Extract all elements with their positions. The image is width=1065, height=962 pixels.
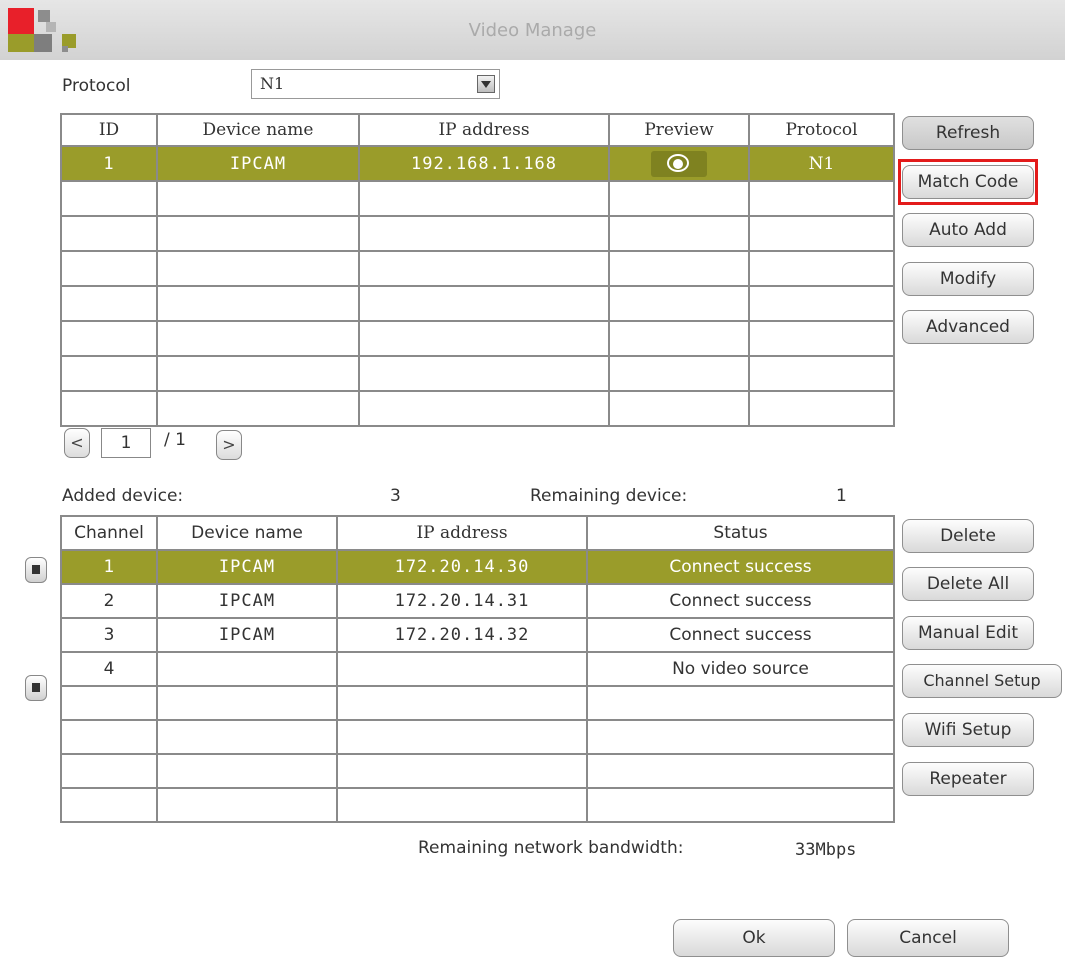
channels-header-row: Channel Device name IP address Status	[60, 515, 895, 551]
table-row[interactable]	[60, 719, 895, 755]
bandwidth-label: Remaining network bandwidth:	[418, 838, 684, 858]
header-ip-address: IP address	[336, 515, 588, 551]
channel-status: Connect success	[586, 617, 895, 653]
channel-device-name: IPCAM	[156, 617, 338, 653]
match-code-button[interactable]: Match Code	[902, 165, 1034, 199]
modify-button[interactable]: Modify	[902, 262, 1034, 296]
move-down-button[interactable]	[25, 675, 47, 701]
channel-status: Connect success	[586, 549, 895, 585]
channel-device-name	[156, 651, 338, 687]
channel-number: 3	[60, 617, 158, 653]
up-arrow-icon	[32, 565, 40, 574]
protocol-select-value: N1	[260, 74, 285, 93]
remaining-device-count: 1	[836, 486, 847, 506]
added-device-label: Added device:	[62, 486, 184, 506]
table-row[interactable]	[60, 685, 895, 721]
next-page-button[interactable]: >	[216, 430, 242, 460]
table-row[interactable]	[60, 753, 895, 789]
table-row[interactable]: 1 IPCAM 172.20.14.30 Connect success	[60, 549, 895, 585]
ok-button[interactable]: Ok	[673, 919, 835, 957]
delete-all-button[interactable]: Delete All	[902, 567, 1034, 601]
device-id: 1	[60, 145, 158, 182]
move-up-button[interactable]	[25, 557, 47, 583]
table-row[interactable]: 3 IPCAM 172.20.14.32 Connect success	[60, 617, 895, 653]
remaining-device-label: Remaining device:	[530, 486, 688, 506]
repeater-button[interactable]: Repeater	[902, 762, 1034, 796]
channels-table: Channel Device name IP address Status 1 …	[60, 515, 895, 823]
channel-device-name: IPCAM	[156, 583, 338, 619]
channel-ip: 172.20.14.32	[336, 617, 588, 653]
preview-eye-icon[interactable]	[651, 150, 707, 177]
auto-add-button[interactable]: Auto Add	[902, 213, 1034, 247]
header-device-name: Device name	[156, 113, 360, 147]
window-title: Video Manage	[468, 20, 597, 41]
channel-status: No video source	[586, 651, 895, 687]
header-preview: Preview	[608, 113, 750, 147]
title-bar: Video Manage	[0, 0, 1065, 60]
devices-header-row: ID Device name IP address Preview Protoc…	[60, 113, 895, 147]
header-ip-address: IP address	[358, 113, 610, 147]
channel-device-name: IPCAM	[156, 549, 338, 585]
chevron-right-icon: >	[222, 435, 236, 454]
table-row[interactable]: 4 No video source	[60, 651, 895, 687]
advanced-button[interactable]: Advanced	[902, 310, 1034, 344]
channel-ip: 172.20.14.31	[336, 583, 588, 619]
header-channel: Channel	[60, 515, 158, 551]
device-protocol: N1	[748, 145, 895, 182]
wifi-setup-button[interactable]: Wifi Setup	[902, 713, 1034, 747]
devices-table: ID Device name IP address Preview Protoc…	[60, 113, 895, 427]
header-status: Status	[586, 515, 895, 551]
bandwidth-value: 33Mbps	[795, 840, 857, 860]
protocol-label: Protocol	[62, 76, 131, 96]
table-row[interactable]	[60, 320, 895, 357]
down-arrow-icon	[32, 683, 40, 692]
delete-button[interactable]: Delete	[902, 519, 1034, 553]
table-row[interactable]	[60, 390, 895, 427]
header-id: ID	[60, 113, 158, 147]
refresh-button[interactable]: Refresh	[902, 116, 1034, 150]
device-name: IPCAM	[156, 145, 360, 182]
table-row[interactable]	[60, 250, 895, 287]
cancel-button[interactable]: Cancel	[847, 919, 1009, 957]
table-row[interactable]: 2 IPCAM 172.20.14.31 Connect success	[60, 583, 895, 619]
table-row[interactable]: 1 IPCAM 192.168.1.168 N1	[60, 145, 895, 182]
channel-number: 2	[60, 583, 158, 619]
chevron-down-icon[interactable]	[477, 75, 495, 93]
channel-number: 1	[60, 549, 158, 585]
channel-ip	[336, 651, 588, 687]
channel-number: 4	[60, 651, 158, 687]
added-device-count: 3	[390, 486, 401, 506]
video-manage-window: Video Manage Protocol N1 ID Device name …	[0, 0, 1065, 962]
channel-status: Connect success	[586, 583, 895, 619]
table-row[interactable]	[60, 215, 895, 252]
header-device-name: Device name	[156, 515, 338, 551]
table-row[interactable]	[60, 285, 895, 322]
channel-ip: 172.20.14.30	[336, 549, 588, 585]
table-row[interactable]	[60, 355, 895, 392]
protocol-select[interactable]: N1	[251, 69, 500, 99]
manual-edit-button[interactable]: Manual Edit	[902, 616, 1034, 650]
page-number-input[interactable]: 1	[101, 428, 151, 458]
header-protocol: Protocol	[748, 113, 895, 147]
page-total: / 1	[164, 430, 186, 450]
table-row[interactable]	[60, 787, 895, 823]
table-row[interactable]	[60, 180, 895, 217]
preview-cell	[608, 145, 750, 182]
channel-setup-button[interactable]: Channel Setup	[902, 664, 1062, 698]
prev-page-button[interactable]: <	[64, 428, 90, 458]
chevron-left-icon: <	[70, 433, 84, 452]
device-ip: 192.168.1.168	[358, 145, 610, 182]
